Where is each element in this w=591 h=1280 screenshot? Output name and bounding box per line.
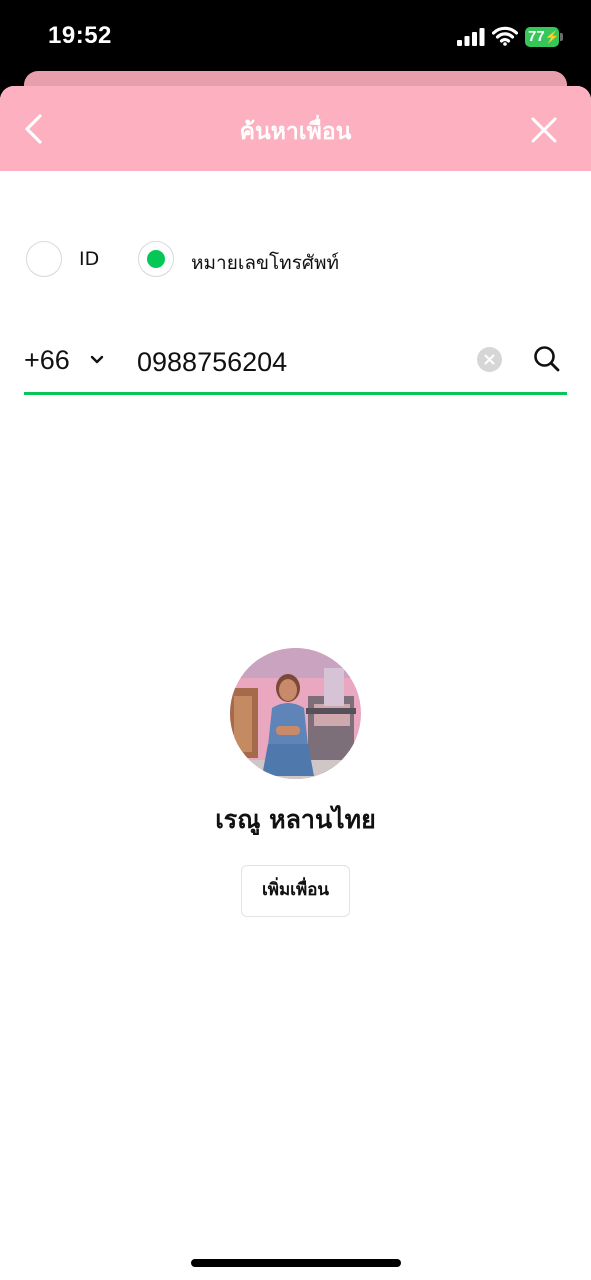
chevron-down-icon [90,355,104,364]
signal-icon [457,28,485,46]
home-indicator [191,1259,401,1267]
radio-label-id: ID [79,248,100,270]
search-icon [534,346,560,372]
country-code-value: +66 [24,345,70,375]
wifi-icon [492,26,518,46]
status-bar: 19:52 77⚡ [0,0,591,72]
search-friend-sheet: ค้นหาเพื่อน ID หมายเลขโทรศัพท์ +66 09887… [0,86,591,1280]
radio-button-phone[interactable] [138,241,174,277]
page-title: ค้นหาเพื่อน [239,119,352,145]
add-friend-button[interactable]: เพิ่มเพื่อน [241,865,350,917]
country-code-select[interactable]: +66 [24,336,114,386]
battery-nub [560,33,563,41]
phone-number-input[interactable] [137,342,467,382]
search-button[interactable] [532,344,562,374]
radio-button-id[interactable] [26,241,62,277]
clear-button[interactable] [477,347,502,372]
result-name: เรณู หลานไทย [215,805,376,834]
search-type-radio-group: ID หมายเลขโทรศัพท์ [0,239,591,283]
battery-icon: 77⚡ [525,27,560,47]
avatar[interactable] [230,648,361,779]
status-time: 19:52 [48,22,112,49]
charging-bolt-icon: ⚡ [544,30,560,44]
radio-label-phone: หมายเลขโทรศัพท์ [191,252,340,274]
battery-level: 77 [528,28,545,45]
clear-icon [477,347,502,372]
radio-phone-option[interactable]: หมายเลขโทรศัพท์ [138,239,368,283]
phone-search-row: +66 [24,336,567,395]
avatar-photo [230,648,361,779]
close-button[interactable] [528,114,560,146]
close-icon [531,117,557,143]
radio-id-option[interactable]: ID [26,239,116,283]
radio-selected-dot [147,250,165,268]
header: ค้นหาเพื่อน [0,86,591,171]
